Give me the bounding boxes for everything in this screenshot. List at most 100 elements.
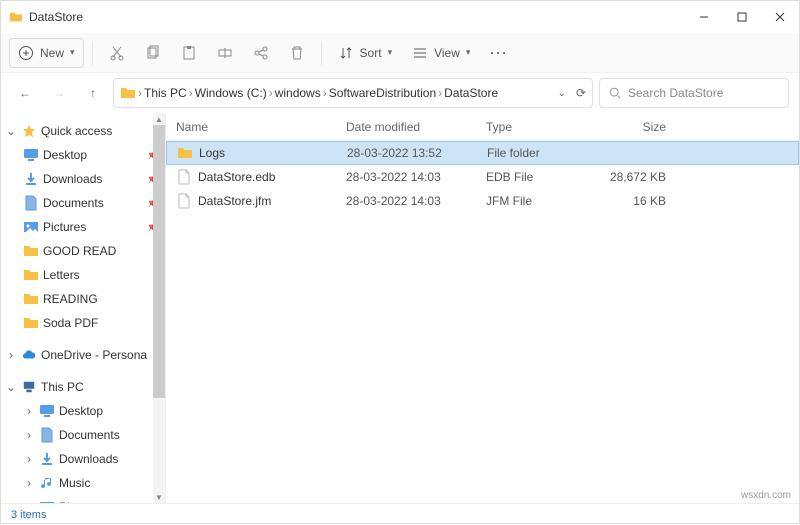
col-date[interactable]: Date modified: [346, 120, 486, 134]
chevron-right-icon[interactable]: ›: [23, 476, 35, 490]
file-date: 28-03-2022 13:52: [347, 146, 487, 160]
cut-icon: [109, 45, 125, 61]
file-icon: [176, 193, 192, 209]
chevron-right-icon[interactable]: ›: [189, 86, 193, 100]
sidebar-item[interactable]: › Desktop: [1, 399, 165, 423]
breadcrumb[interactable]: › This PC › Windows (C:) › windows › Sof…: [113, 78, 593, 108]
chevron-right-icon[interactable]: ›: [23, 404, 35, 418]
chevron-right-icon[interactable]: ›: [269, 86, 273, 100]
window-title: DataStore: [29, 10, 83, 24]
chevron-right-icon[interactable]: ›: [5, 348, 17, 362]
column-headers: Name Date modified Type Size: [166, 113, 799, 141]
qa-list: Desktop 📌 Downloads 📌 Documents 📌 Pictur…: [1, 143, 165, 335]
file-icon: [176, 169, 192, 185]
new-button[interactable]: New ▾: [9, 38, 84, 68]
sidebar-onedrive[interactable]: › OneDrive - Persona: [1, 343, 165, 367]
folder-icon: [177, 145, 193, 161]
sidebar-item-label: READING: [43, 292, 98, 306]
chevron-right-icon[interactable]: ›: [138, 86, 142, 100]
trash-icon: [289, 45, 305, 61]
sidebar-item[interactable]: Desktop 📌: [1, 143, 165, 167]
col-type[interactable]: Type: [486, 120, 586, 134]
crumb-datastore[interactable]: DataStore: [444, 86, 498, 100]
sidebar: ⌄ Quick access Desktop 📌 Downloads 📌 Doc…: [1, 113, 166, 503]
watermark: wsxdn.com: [741, 490, 791, 501]
file-row[interactable]: DataStore.jfm 28-03-2022 14:03 JFM File …: [166, 189, 799, 213]
sidebar-item-label: Letters: [43, 268, 80, 282]
crumb-thispc[interactable]: This PC: [144, 86, 187, 100]
cut-button[interactable]: [101, 38, 133, 68]
file-row[interactable]: DataStore.edb 28-03-2022 14:03 EDB File …: [166, 165, 799, 189]
sidebar-item[interactable]: › Downloads: [1, 447, 165, 471]
folder-icon: [23, 291, 39, 307]
sidebar-item[interactable]: READING: [1, 287, 165, 311]
sidebar-item-label: Pictures: [59, 500, 102, 503]
chevron-down-icon[interactable]: ⌄: [558, 88, 566, 99]
back-button[interactable]: ←: [11, 79, 39, 107]
sidebar-item[interactable]: Documents 📌: [1, 191, 165, 215]
minimize-button[interactable]: [685, 1, 723, 33]
new-label: New: [40, 46, 64, 60]
sort-label: Sort: [360, 46, 382, 60]
documents-icon: [39, 427, 55, 443]
copy-button[interactable]: [137, 38, 169, 68]
sidebar-item-label: Desktop: [43, 148, 87, 162]
sidebar-item[interactable]: › Documents: [1, 423, 165, 447]
search-input[interactable]: Search DataStore: [599, 78, 789, 108]
delete-button[interactable]: [281, 38, 313, 68]
close-button[interactable]: [761, 1, 799, 33]
sidebar-item[interactable]: Letters: [1, 263, 165, 287]
sort-button[interactable]: Sort ▾: [330, 38, 401, 68]
folder-icon: [9, 10, 23, 24]
chevron-right-icon[interactable]: ›: [23, 500, 35, 503]
scroll-down-button[interactable]: ▼: [153, 491, 165, 503]
view-button[interactable]: View ▾: [404, 38, 478, 68]
plus-icon: [18, 45, 34, 61]
search-icon: [608, 86, 622, 100]
share-button[interactable]: [245, 38, 277, 68]
scroll-up-button[interactable]: ▲: [153, 113, 165, 125]
desktop-icon: [23, 147, 39, 163]
file-list: Name Date modified Type Size Logs 28-03-…: [166, 113, 799, 503]
sidebar-item[interactable]: GOOD READ: [1, 239, 165, 263]
sidebar-item[interactable]: Downloads 📌: [1, 167, 165, 191]
sidebar-quick-access[interactable]: ⌄ Quick access: [1, 119, 165, 143]
chevron-right-icon[interactable]: ›: [323, 86, 327, 100]
sidebar-item[interactable]: › Music: [1, 471, 165, 495]
file-size: 16 KB: [586, 194, 666, 208]
file-type: EDB File: [486, 170, 586, 184]
paste-button[interactable]: [173, 38, 205, 68]
file-row[interactable]: Logs 28-03-2022 13:52 File folder: [166, 141, 799, 165]
sidebar-scrollbar[interactable]: ▲ ▼: [153, 113, 165, 503]
forward-button[interactable]: →: [45, 79, 73, 107]
chevron-down-icon[interactable]: ⌄: [5, 124, 17, 138]
refresh-button[interactable]: ⟳: [576, 86, 586, 100]
rename-button[interactable]: [209, 38, 241, 68]
sidebar-item[interactable]: Soda PDF: [1, 311, 165, 335]
sidebar-item[interactable]: › Pictures: [1, 495, 165, 503]
sidebar-label: This PC: [41, 380, 84, 394]
scrollbar-thumb[interactable]: [153, 125, 165, 398]
crumb-drive[interactable]: Windows (C:): [195, 86, 267, 100]
status-bar: 3 items: [1, 503, 799, 525]
sidebar-item-label: Documents: [59, 428, 120, 442]
nav-row: ← → ↑ › This PC › Windows (C:) › windows…: [1, 73, 799, 113]
status-text: 3 items: [11, 509, 46, 521]
maximize-button[interactable]: [723, 1, 761, 33]
col-size[interactable]: Size: [586, 120, 666, 134]
chevron-right-icon[interactable]: ›: [23, 452, 35, 466]
sidebar-item-label: Soda PDF: [43, 316, 98, 330]
col-name[interactable]: Name: [176, 120, 346, 134]
chevron-right-icon[interactable]: ›: [23, 428, 35, 442]
sidebar-item[interactable]: Pictures 📌: [1, 215, 165, 239]
pc-list: › Desktop › Documents › Downloads › Musi…: [1, 399, 165, 503]
crumb-windows[interactable]: windows: [275, 86, 321, 100]
chevron-right-icon[interactable]: ›: [438, 86, 442, 100]
sidebar-thispc[interactable]: ⌄ This PC: [1, 375, 165, 399]
up-button[interactable]: ↑: [79, 79, 107, 107]
chevron-down-icon[interactable]: ⌄: [5, 380, 17, 394]
more-button[interactable]: ···: [482, 38, 516, 68]
sidebar-item-label: GOOD READ: [43, 244, 116, 258]
crumb-swdist[interactable]: SoftwareDistribution: [329, 86, 436, 100]
sidebar-label: Quick access: [41, 124, 112, 138]
